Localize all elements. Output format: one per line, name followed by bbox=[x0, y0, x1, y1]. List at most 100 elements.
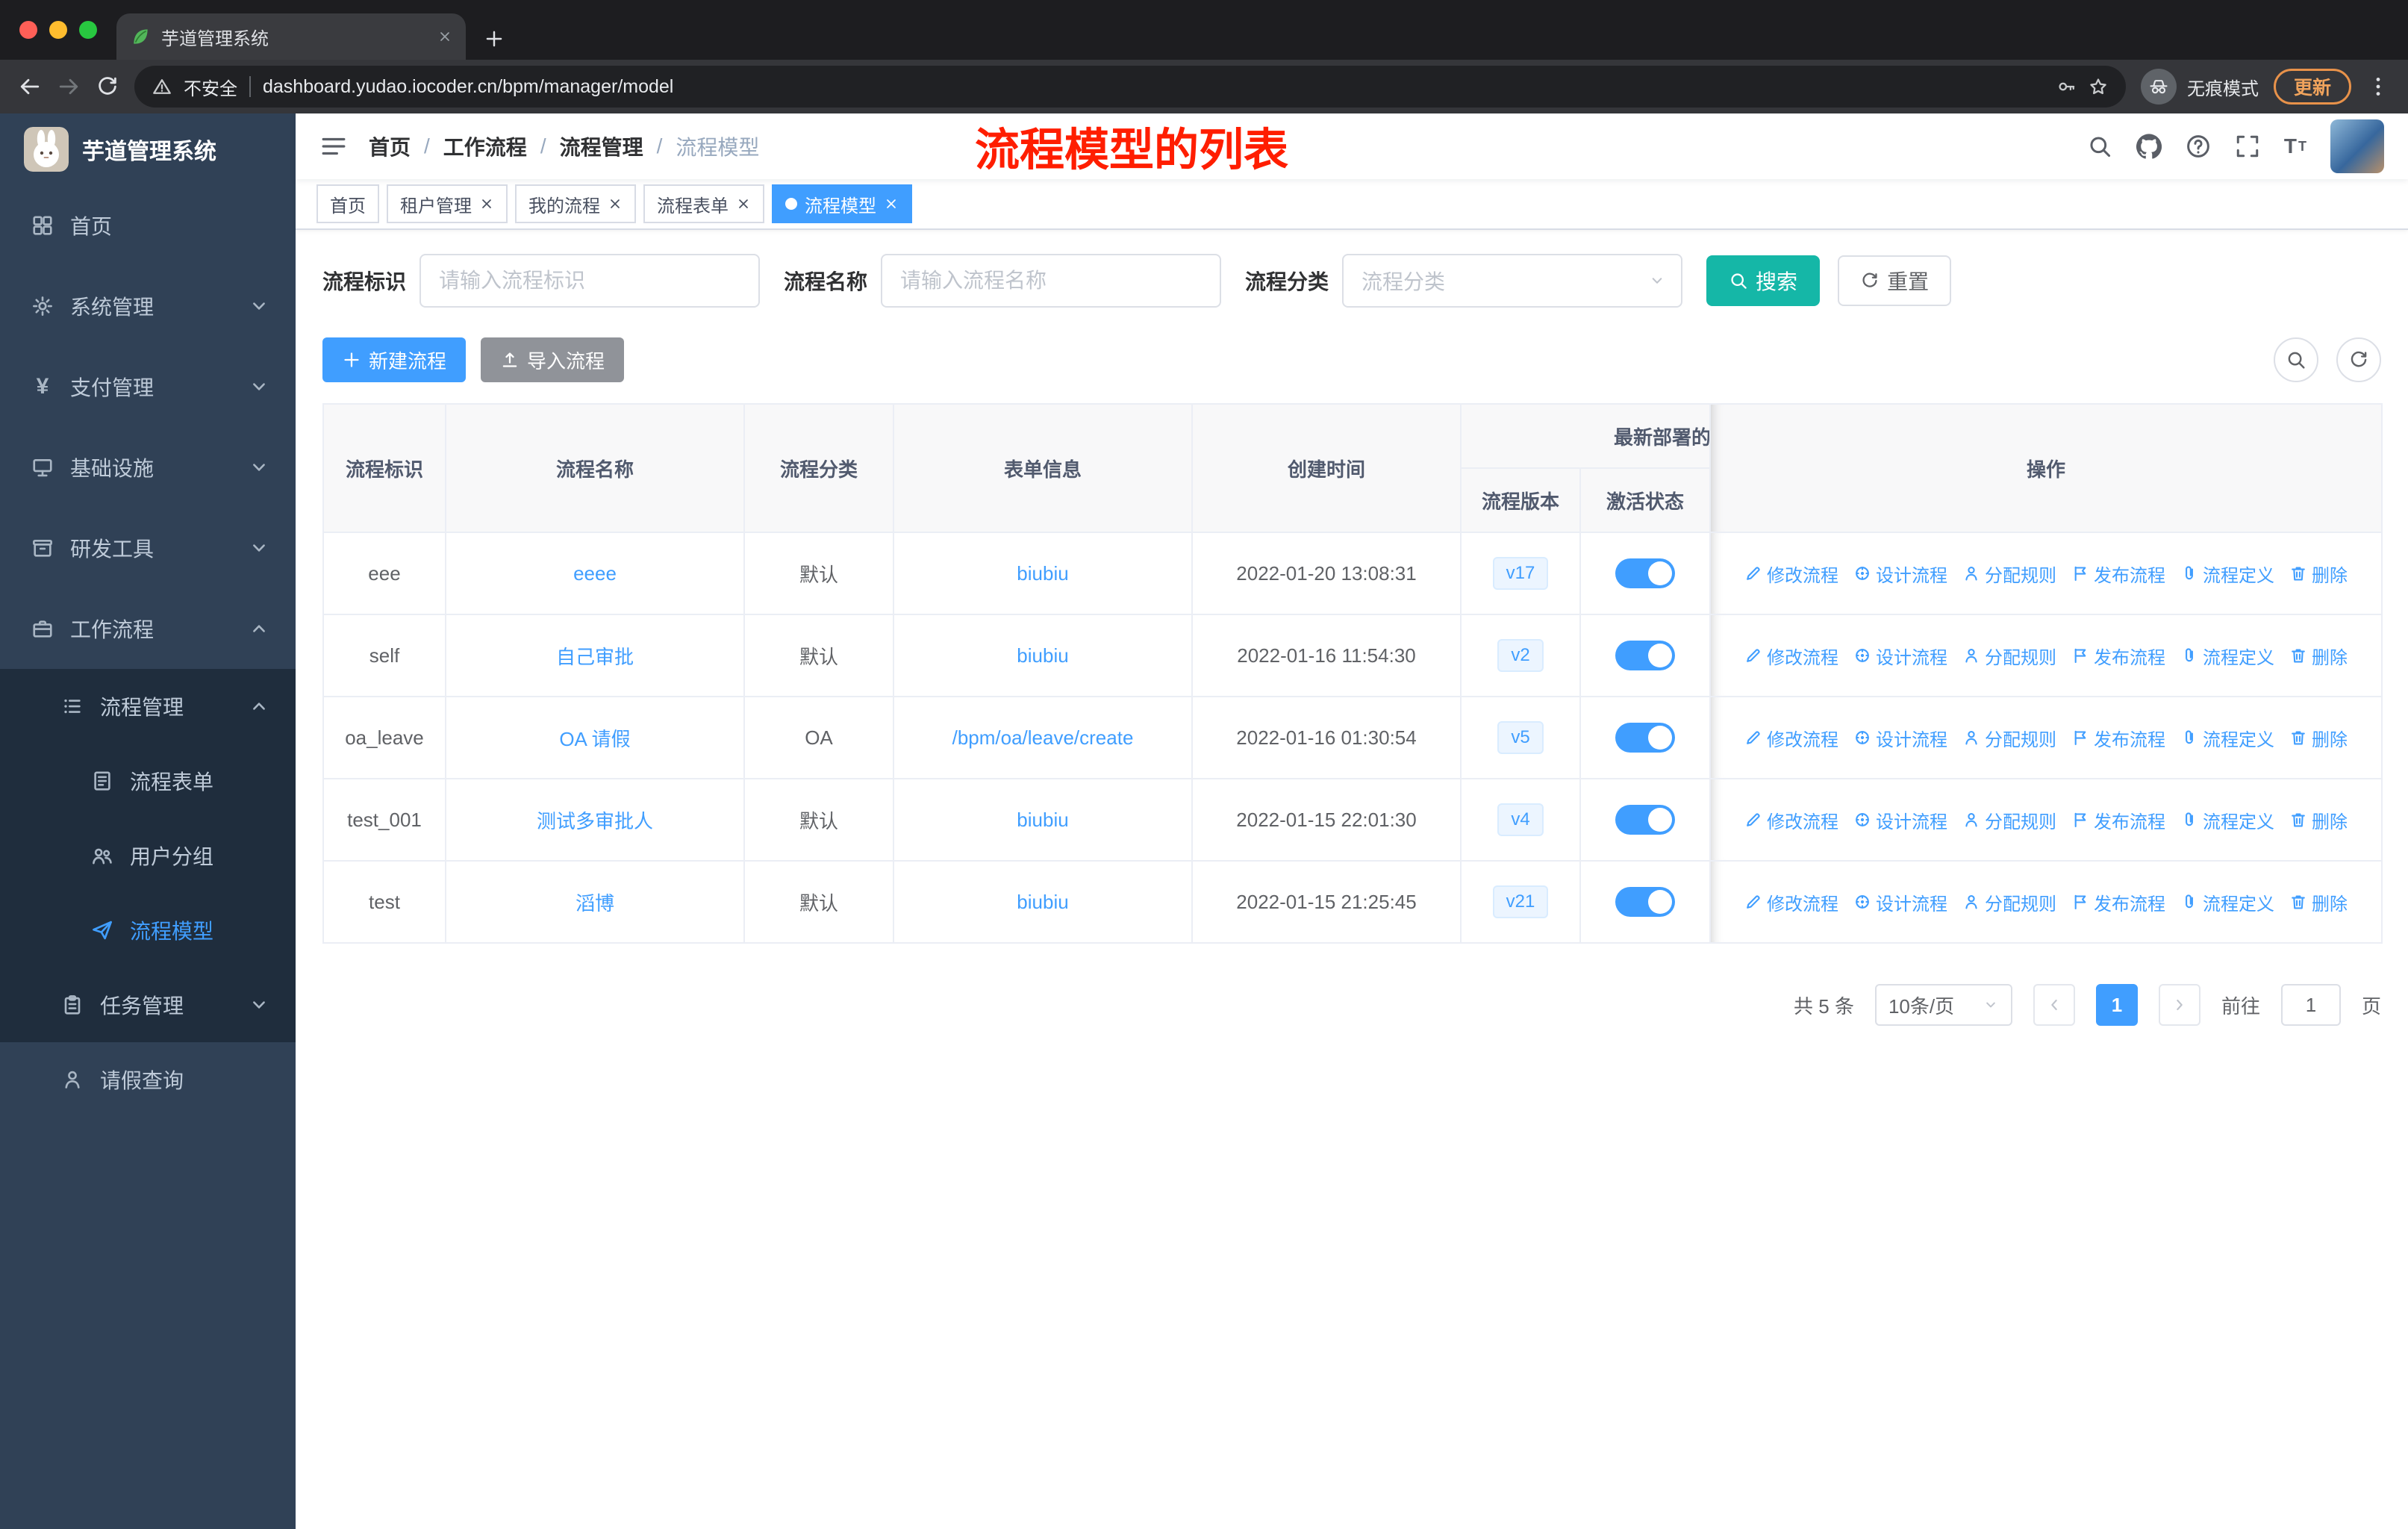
action-edit[interactable]: 修改流程 bbox=[1744, 561, 1838, 587]
action-publish[interactable]: 发布流程 bbox=[2071, 807, 2165, 833]
browser-tab[interactable]: 芋道管理系统 bbox=[116, 13, 466, 60]
process-name-link[interactable]: 自己审批 bbox=[556, 646, 634, 668]
tag-item[interactable]: 租户管理 bbox=[387, 184, 508, 223]
zoom-window-button[interactable] bbox=[79, 21, 97, 39]
sidebar-item-leave-query[interactable]: 请假查询 bbox=[0, 1042, 296, 1117]
goto-page-input[interactable] bbox=[2280, 984, 2341, 1026]
toggle-search-button[interactable] bbox=[2274, 337, 2318, 382]
new-tab-button[interactable] bbox=[484, 28, 505, 49]
action-definition[interactable]: 流程定义 bbox=[2180, 807, 2274, 833]
active-toggle[interactable] bbox=[1615, 887, 1675, 917]
url-bar[interactable]: 不安全 dashboard.yudao.iocoder.cn/bpm/manag… bbox=[134, 66, 2126, 108]
action-edit[interactable]: 修改流程 bbox=[1744, 889, 1838, 915]
tag-item[interactable]: 流程表单 bbox=[643, 184, 764, 223]
process-name-link[interactable]: 滔博 bbox=[576, 892, 614, 915]
tag-item[interactable]: 首页 bbox=[316, 184, 379, 223]
action-publish[interactable]: 发布流程 bbox=[2071, 889, 2165, 915]
active-toggle[interactable] bbox=[1615, 641, 1675, 670]
tag-item[interactable]: 我的流程 bbox=[515, 184, 636, 223]
close-icon[interactable] bbox=[608, 196, 623, 211]
active-toggle[interactable] bbox=[1615, 805, 1675, 835]
action-design[interactable]: 设计流程 bbox=[1853, 807, 1947, 833]
action-publish[interactable]: 发布流程 bbox=[2071, 561, 2165, 587]
action-delete[interactable]: 删除 bbox=[2289, 643, 2348, 669]
form-info-link[interactable]: /bpm/oa/leave/create bbox=[952, 726, 1134, 749]
action-definition[interactable]: 流程定义 bbox=[2180, 889, 2274, 915]
form-info-link[interactable]: biubiu bbox=[1017, 809, 1068, 831]
process-name-link[interactable]: 测试多审批人 bbox=[537, 810, 653, 832]
github-icon[interactable] bbox=[2136, 134, 2162, 159]
minimize-window-button[interactable] bbox=[49, 21, 67, 39]
form-info-link[interactable]: biubiu bbox=[1017, 644, 1068, 667]
hamburger-icon[interactable] bbox=[319, 132, 348, 161]
action-delete[interactable]: 删除 bbox=[2289, 725, 2348, 751]
key-icon[interactable] bbox=[2057, 77, 2077, 96]
font-size-icon[interactable]: TT bbox=[2284, 136, 2306, 157]
sidebar-item-payment-management[interactable]: ¥ 支付管理 bbox=[0, 346, 296, 427]
sidebar-item-workflow[interactable]: 工作流程 bbox=[0, 588, 296, 669]
close-icon[interactable] bbox=[884, 196, 899, 211]
action-assign-rules[interactable]: 分配规则 bbox=[1962, 561, 2056, 587]
action-design[interactable]: 设计流程 bbox=[1853, 561, 1947, 587]
breadcrumb-item[interactable]: 流程管理 bbox=[560, 131, 643, 161]
close-tab-icon[interactable] bbox=[437, 29, 452, 44]
sidebar-item-process-model[interactable]: 流程模型 bbox=[0, 893, 296, 968]
process-name-link[interactable]: eeee bbox=[573, 562, 617, 585]
process-id-input[interactable] bbox=[419, 254, 761, 308]
next-page-button[interactable] bbox=[2158, 984, 2200, 1026]
bookmark-star-icon[interactable] bbox=[2089, 77, 2108, 96]
sidebar-item-process-form[interactable]: 流程表单 bbox=[0, 744, 296, 818]
close-window-button[interactable] bbox=[19, 21, 37, 39]
active-toggle[interactable] bbox=[1615, 723, 1675, 753]
back-icon[interactable] bbox=[18, 75, 42, 99]
action-design[interactable]: 设计流程 bbox=[1853, 725, 1947, 751]
fullscreen-icon[interactable] bbox=[2235, 134, 2260, 159]
create-process-button[interactable]: 新建流程 bbox=[322, 337, 467, 382]
import-process-button[interactable]: 导入流程 bbox=[481, 337, 625, 382]
action-delete[interactable]: 删除 bbox=[2289, 561, 2348, 587]
user-avatar[interactable] bbox=[2330, 119, 2384, 173]
action-design[interactable]: 设计流程 bbox=[1853, 889, 1947, 915]
app-logo[interactable]: 芋道管理系统 bbox=[0, 113, 296, 185]
process-name-link[interactable]: OA 请假 bbox=[559, 728, 630, 750]
search-icon[interactable] bbox=[2087, 134, 2112, 159]
reset-button[interactable]: 重置 bbox=[1838, 255, 1952, 306]
help-icon[interactable] bbox=[2186, 134, 2211, 159]
sidebar-item-process-management[interactable]: 流程管理 bbox=[0, 669, 296, 744]
sidebar-item-system-management[interactable]: 系统管理 bbox=[0, 266, 296, 346]
action-delete[interactable]: 删除 bbox=[2289, 889, 2348, 915]
process-category-select[interactable]: 流程分类 bbox=[1342, 254, 1683, 308]
update-button[interactable]: 更新 bbox=[2273, 69, 2351, 105]
action-edit[interactable]: 修改流程 bbox=[1744, 807, 1838, 833]
action-definition[interactable]: 流程定义 bbox=[2180, 725, 2274, 751]
action-delete[interactable]: 删除 bbox=[2289, 807, 2348, 833]
sidebar-item-dev-tools[interactable]: 研发工具 bbox=[0, 508, 296, 588]
refresh-table-button[interactable] bbox=[2336, 337, 2381, 382]
sidebar-item-task-management[interactable]: 任务管理 bbox=[0, 968, 296, 1042]
close-icon[interactable] bbox=[736, 196, 751, 211]
action-assign-rules[interactable]: 分配规则 bbox=[1962, 643, 2056, 669]
sidebar-item-user-group[interactable]: 用户分组 bbox=[0, 818, 296, 893]
action-assign-rules[interactable]: 分配规则 bbox=[1962, 807, 2056, 833]
forward-icon[interactable] bbox=[57, 75, 81, 99]
process-name-input[interactable] bbox=[881, 254, 1222, 308]
form-info-link[interactable]: biubiu bbox=[1017, 891, 1068, 913]
page-size-select[interactable]: 10条/页 bbox=[1874, 984, 2012, 1026]
active-toggle[interactable] bbox=[1615, 558, 1675, 588]
search-button[interactable]: 搜索 bbox=[1706, 255, 1821, 306]
action-definition[interactable]: 流程定义 bbox=[2180, 643, 2274, 669]
action-definition[interactable]: 流程定义 bbox=[2180, 561, 2274, 587]
action-assign-rules[interactable]: 分配规则 bbox=[1962, 889, 2056, 915]
action-design[interactable]: 设计流程 bbox=[1853, 643, 1947, 669]
sidebar-item-infrastructure[interactable]: 基础设施 bbox=[0, 427, 296, 508]
tag-item[interactable]: 流程模型 bbox=[772, 184, 912, 223]
action-publish[interactable]: 发布流程 bbox=[2071, 643, 2165, 669]
reload-icon[interactable] bbox=[96, 75, 119, 99]
action-assign-rules[interactable]: 分配规则 bbox=[1962, 725, 2056, 751]
sidebar-item-home[interactable]: 首页 bbox=[0, 185, 296, 266]
close-icon[interactable] bbox=[479, 196, 494, 211]
breadcrumb-item[interactable]: 工作流程 bbox=[443, 131, 527, 161]
action-publish[interactable]: 发布流程 bbox=[2071, 725, 2165, 751]
breadcrumb-item[interactable]: 首页 bbox=[369, 131, 411, 161]
prev-page-button[interactable] bbox=[2033, 984, 2075, 1026]
